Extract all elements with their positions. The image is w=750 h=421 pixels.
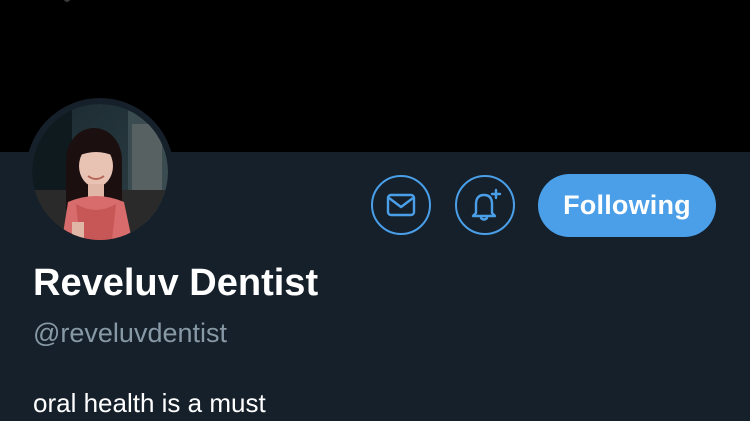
display-name: Reveluv Dentist <box>33 262 319 304</box>
notifications-button[interactable] <box>455 175 515 235</box>
profile-page: Following Reveluv Dentist @reveluvdentis… <box>0 0 750 421</box>
profile-bio: oral health is a must <box>33 388 266 418</box>
bell-plus-icon <box>471 188 502 221</box>
envelope-icon <box>386 193 416 217</box>
avatar-image <box>32 104 168 240</box>
banner-fragment <box>64 0 70 2</box>
message-button[interactable] <box>371 175 431 235</box>
following-button[interactable]: Following <box>538 174 716 237</box>
avatar[interactable] <box>26 98 174 246</box>
user-handle: @reveluvdentist <box>33 318 227 348</box>
